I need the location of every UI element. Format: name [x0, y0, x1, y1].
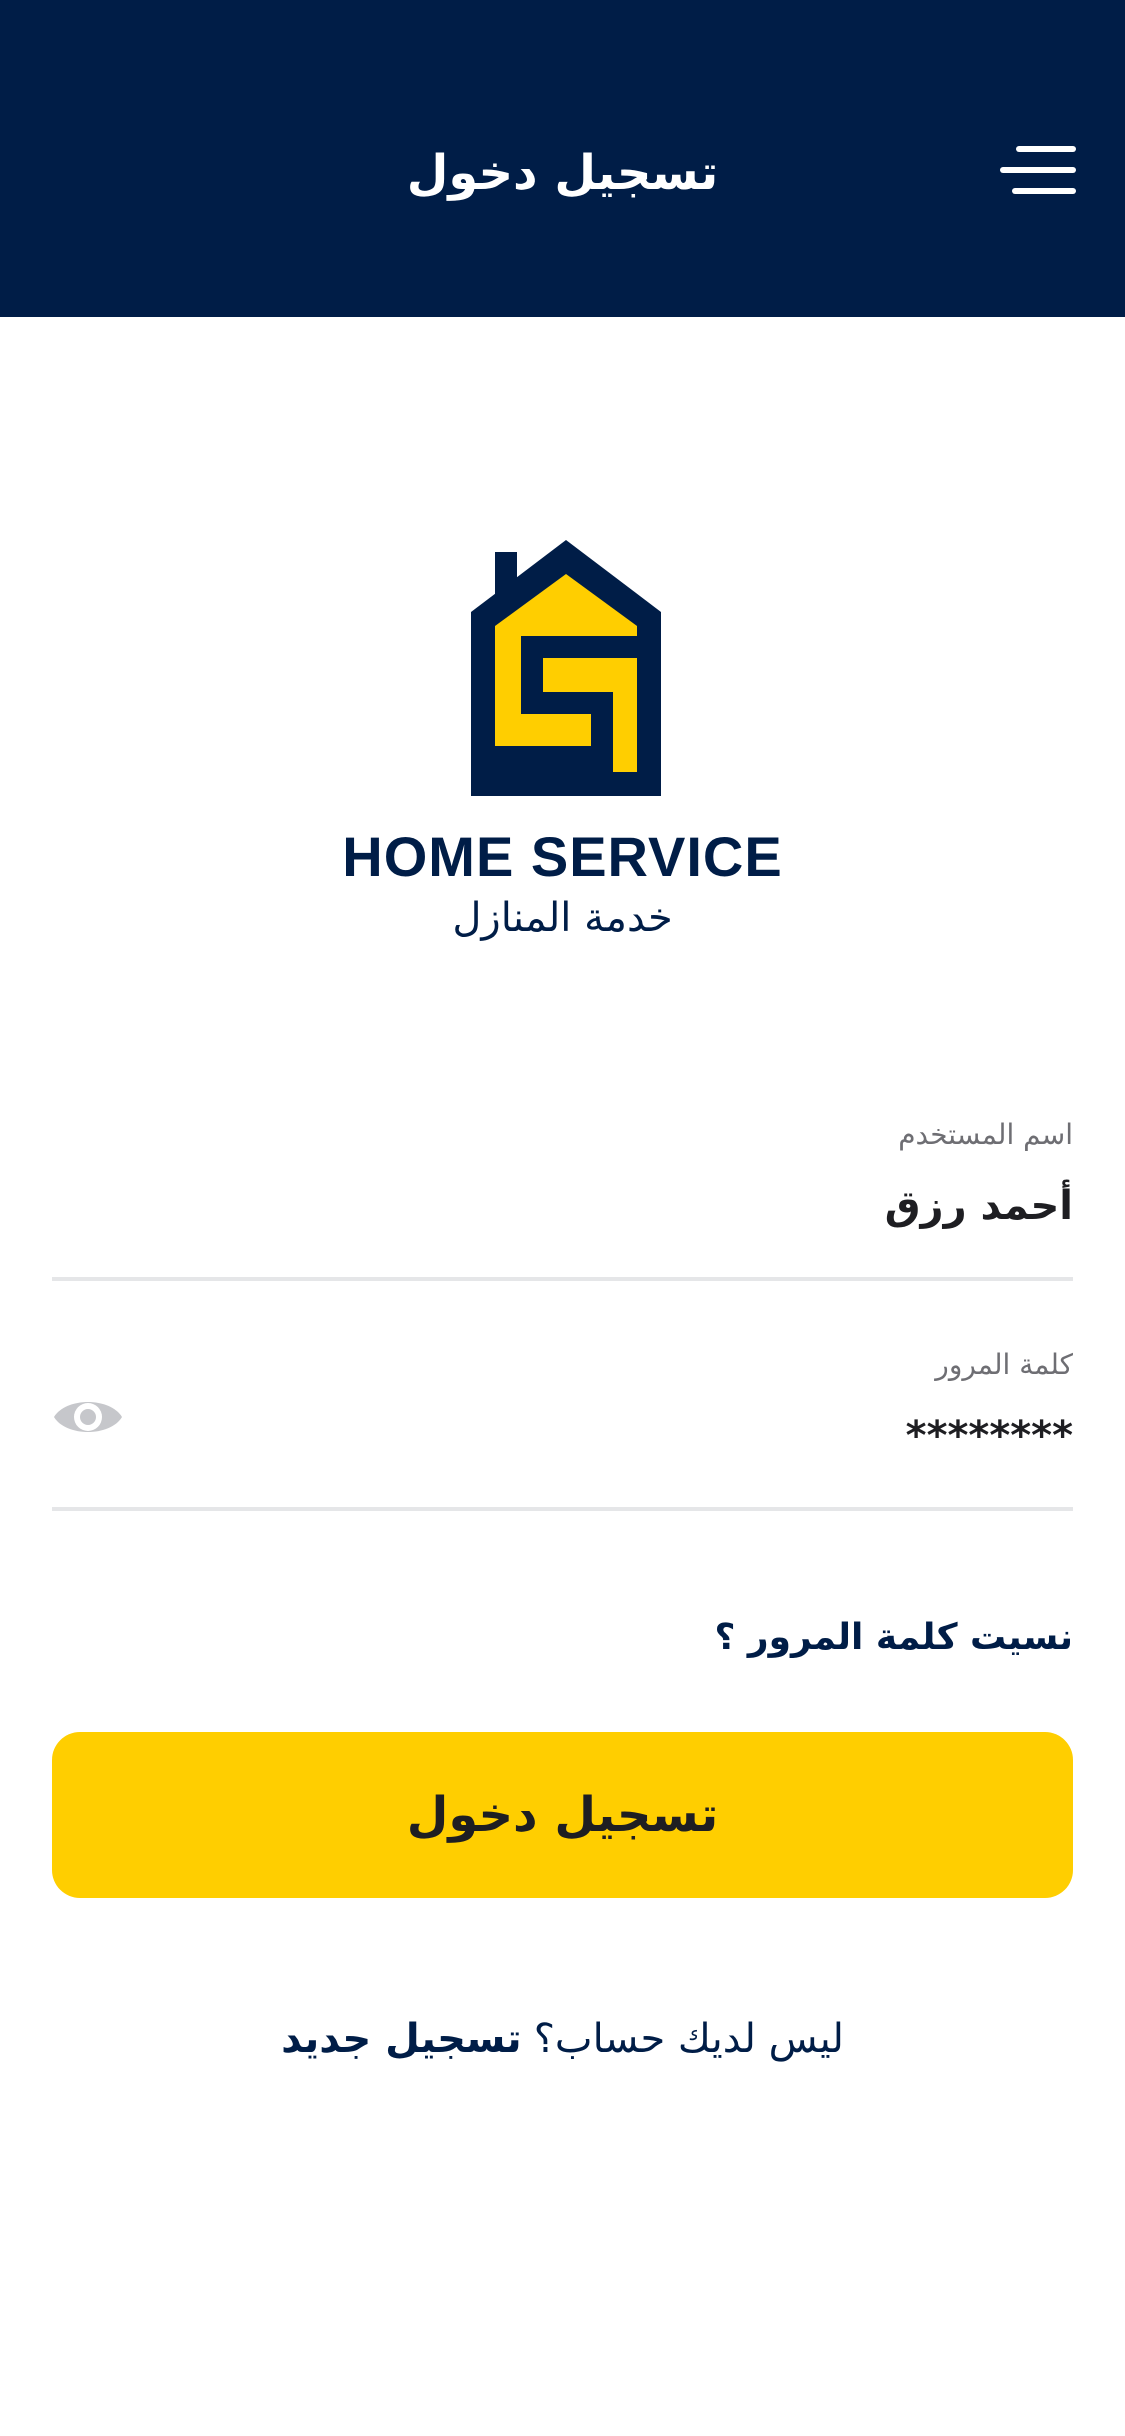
no-account-text: ليس لديك حساب؟ — [533, 2016, 844, 2062]
brand-name-arabic: خدمة المنازل — [452, 895, 673, 941]
register-link[interactable]: تسجيل جديد — [281, 2016, 522, 2062]
forgot-password-link[interactable]: نسيت كلمة المرور ؟ — [714, 1608, 1073, 1668]
brand-name-english: HOME SERVICE — [342, 825, 783, 888]
top-app-bar: تسجيل دخول — [0, 0, 1125, 317]
password-label: كلمة المرور — [935, 1348, 1073, 1381]
password-field: كلمة المرور — [52, 1335, 1073, 1511]
login-button[interactable]: تسجيل دخول — [52, 1732, 1073, 1898]
home-service-logo — [471, 540, 661, 796]
page-title: تسجيل دخول — [406, 145, 719, 201]
register-prompt: ليس لديك حساب؟تسجيل جديد — [0, 2006, 1125, 2072]
username-input[interactable] — [173, 1171, 1073, 1241]
eye-icon[interactable] — [52, 1387, 124, 1447]
password-input[interactable] — [173, 1401, 1073, 1471]
username-label: اسم المستخدم — [898, 1118, 1073, 1151]
username-field: اسم المستخدم — [52, 1105, 1073, 1281]
hamburger-menu-icon[interactable] — [1000, 140, 1076, 200]
